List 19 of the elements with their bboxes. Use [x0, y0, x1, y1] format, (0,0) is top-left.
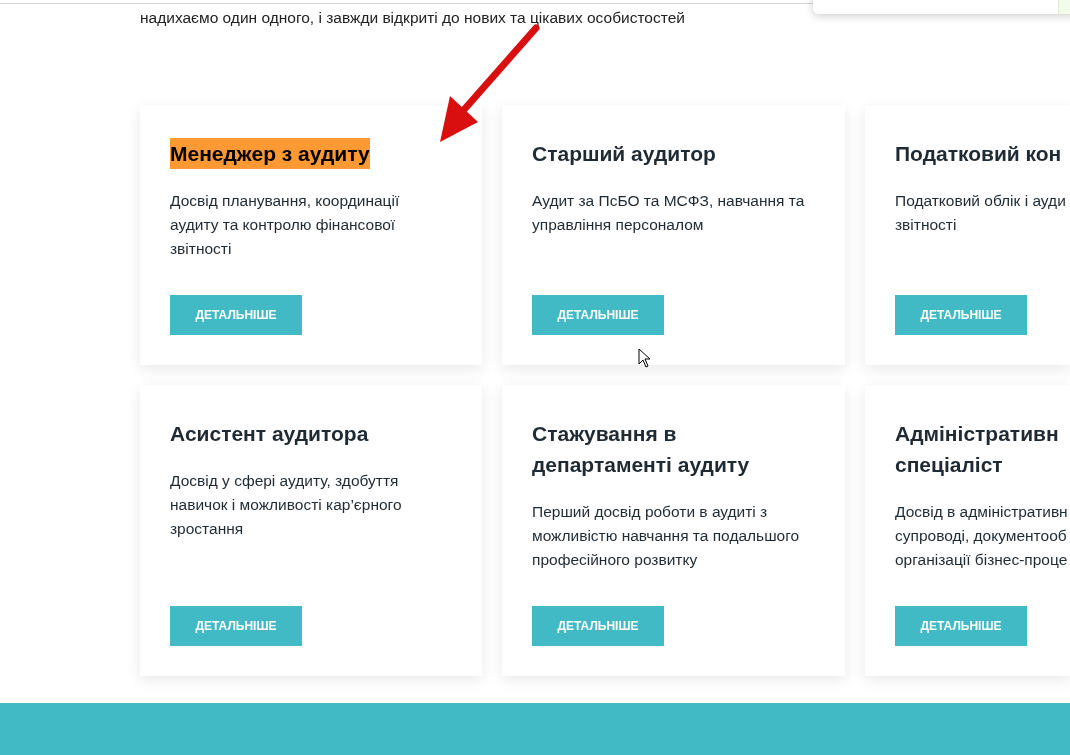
details-button[interactable]: ДЕТАЛЬНІШЕ: [170, 295, 302, 335]
details-button[interactable]: ДЕТАЛЬНІШЕ: [170, 606, 302, 646]
card-description: Досвід в адміністративн супроводі, документооб організації бізнес-проце: [895, 502, 1069, 570]
card-description: Досвід у сфері аудиту, здобуття навичок і можливості кар’єрного зростання: [170, 471, 403, 539]
card-description: Перший досвід роботи в аудиті з можливістю навчання та подальшого професійного розвитку: [532, 502, 801, 570]
intro-text: надихаємо один одного, і завжди відкриті до нових та цікавих особистостей: [140, 8, 685, 28]
card-description: Досвід планування, координації аудиту та контролю фінансової звітності: [170, 191, 401, 259]
card-title: Старший аудитор: [532, 141, 716, 167]
card-description: Аудит за ПсБО та МСФЗ, навчання та управління персоналом: [532, 191, 806, 235]
card-title: Адміністративн спеціаліст: [895, 421, 1059, 478]
details-button[interactable]: ДЕТАЛЬНІШЕ: [532, 606, 664, 646]
card-title: Податковий кон: [895, 141, 1062, 167]
card-title: Стажування в департаменті аудиту: [532, 421, 750, 478]
details-button[interactable]: ДЕТАЛЬНІШЕ: [895, 295, 1027, 335]
card-description: Податковий облік і ауди звітності: [895, 191, 1067, 235]
details-button[interactable]: ДЕТАЛЬНІШЕ: [895, 606, 1027, 646]
card-title: Менеджер з аудиту: [170, 138, 370, 169]
details-button[interactable]: ДЕТАЛЬНІШЕ: [532, 295, 664, 335]
card-title: Асистент аудитора: [170, 421, 369, 447]
